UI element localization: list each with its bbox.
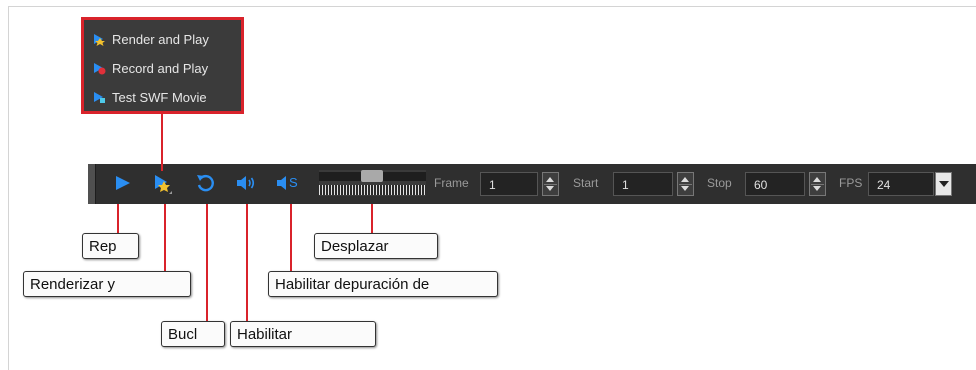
menu-item-label: Render and Play xyxy=(112,31,209,47)
menu-item-test-swf-movie[interactable]: Test SWF Movie xyxy=(92,86,207,108)
callout-line-popup xyxy=(161,113,163,171)
callout-loop: Bucl xyxy=(161,321,225,347)
callout-line-sound xyxy=(246,204,248,322)
menu-item-record-and-play[interactable]: Record and Play xyxy=(92,57,208,79)
loop-icon[interactable] xyxy=(194,172,216,194)
menu-item-render-and-play[interactable]: Render and Play xyxy=(92,28,209,50)
callout-line-sound-scrub xyxy=(290,204,292,272)
menu-item-label: Record and Play xyxy=(112,60,209,76)
stop-field[interactable]: 60 xyxy=(745,172,805,196)
playback-popup-menu: Render and Play Record and Play Test SWF… xyxy=(81,17,244,114)
callout-enable-sound-scrubbing: Habilitar depuración de xyxy=(268,271,498,297)
render-and-play-icon xyxy=(94,34,105,46)
start-label: Start xyxy=(573,176,599,190)
callout-enable-sound: Habilitar xyxy=(230,321,376,347)
play-icon[interactable] xyxy=(112,172,134,194)
frame-label: Frame xyxy=(434,176,469,190)
callout-line-render xyxy=(164,204,166,272)
toolbar-grip[interactable] xyxy=(88,164,96,204)
callout-scrub: Desplazar xyxy=(314,233,438,259)
sound-scrubbing-button[interactable]: S xyxy=(274,172,304,194)
callout-line-scrub xyxy=(371,204,373,234)
fps-field[interactable]: 24 xyxy=(868,172,934,196)
fps-label: FPS xyxy=(839,176,863,190)
scrub-thumb[interactable] xyxy=(361,170,383,182)
frame-field[interactable]: 1 xyxy=(480,172,538,196)
menu-item-label: Test SWF Movie xyxy=(112,89,207,105)
render-and-play-icon[interactable] xyxy=(152,172,174,194)
sound-scrubbing-letter: S xyxy=(289,175,298,190)
callout-play: Rep xyxy=(82,233,139,259)
stop-stepper[interactable] xyxy=(809,172,826,196)
fps-dropdown-button[interactable] xyxy=(935,172,952,196)
callout-line-loop xyxy=(206,204,208,322)
start-field[interactable]: 1 xyxy=(613,172,673,196)
record-and-play-icon xyxy=(94,63,106,75)
test-swf-movie-icon xyxy=(94,92,105,103)
start-stepper[interactable] xyxy=(677,172,694,196)
stop-label: Stop xyxy=(707,176,732,190)
callout-line-play xyxy=(117,204,119,234)
callout-render-and-play: Renderizar y xyxy=(23,271,191,297)
playback-toolbar: S Frame 1 Start 1 Stop 60 FPS 24 xyxy=(88,164,976,204)
frame-stepper[interactable] xyxy=(542,172,559,196)
scrub-ticks xyxy=(319,185,426,195)
sound-icon[interactable] xyxy=(234,172,256,194)
scrub-slider[interactable] xyxy=(319,170,426,196)
